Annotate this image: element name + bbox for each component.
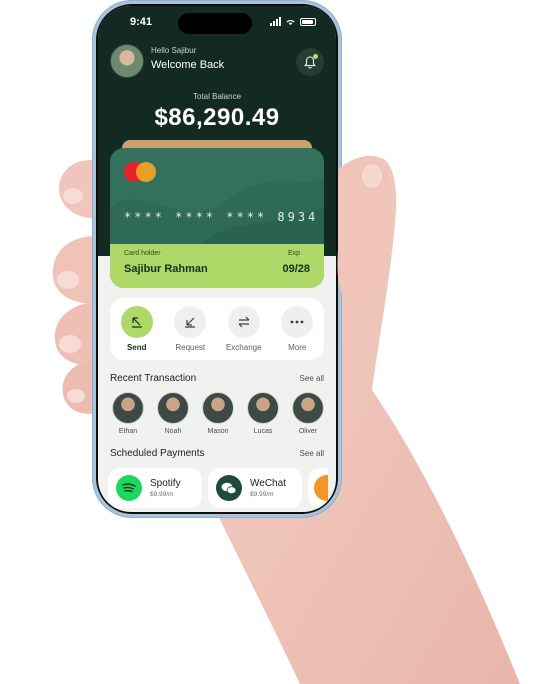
welcome-text: Welcome Back xyxy=(151,59,225,71)
phone-screen: 9:41 Hello Sajibur Welcome Back Total Ba… xyxy=(98,6,336,512)
request-label: Request xyxy=(175,343,206,352)
wechat-icon xyxy=(216,475,242,501)
signal-icon xyxy=(270,17,281,26)
avatar xyxy=(247,392,279,424)
quick-actions: Send Request Exchange More xyxy=(110,298,324,360)
request-action-button[interactable]: Request xyxy=(165,306,215,352)
send-arrow-icon xyxy=(131,317,142,328)
status-time: 9:41 xyxy=(130,16,153,28)
service-icon xyxy=(314,475,328,501)
notification-button[interactable] xyxy=(296,48,324,76)
payment-item-partial[interactable] xyxy=(308,468,328,508)
recent-people-list: Ethan Noah Mason Lucas Oliver xyxy=(108,392,328,435)
user-avatar[interactable] xyxy=(110,44,144,78)
card-holder-label: Card holder xyxy=(124,250,161,257)
avatar xyxy=(112,392,144,424)
contact-name: Noah xyxy=(164,428,182,435)
contact-oliver[interactable]: Oliver xyxy=(288,392,328,435)
send-action-button[interactable]: Send xyxy=(112,306,162,352)
card-holder-name: Sajibur Rahman xyxy=(124,263,208,275)
payment-price: $9.99/m xyxy=(250,491,274,498)
dynamic-island xyxy=(178,13,252,34)
wifi-icon xyxy=(286,19,295,25)
avatar xyxy=(202,392,234,424)
scheduled-see-all-link[interactable]: See all xyxy=(300,449,324,458)
payment-name: Spotify xyxy=(150,478,181,489)
contact-name: Oliver xyxy=(298,428,318,435)
contact-lucas[interactable]: Lucas xyxy=(243,392,283,435)
more-dots-icon xyxy=(290,320,304,324)
avatar xyxy=(292,392,324,424)
status-icons xyxy=(270,17,316,26)
battery-icon xyxy=(300,17,316,26)
exchange-action-button[interactable]: Exchange xyxy=(219,306,269,352)
card-exp-value: 09/28 xyxy=(282,263,310,275)
mastercard-logo-icon xyxy=(124,162,160,182)
more-action-button[interactable]: More xyxy=(272,306,322,352)
contact-noah[interactable]: Noah xyxy=(153,392,193,435)
exchange-label: Exchange xyxy=(225,343,262,352)
recent-see-all-link[interactable]: See all xyxy=(300,374,324,383)
scheduled-payments-list: Spotify $9.99/m WeChat $9.99/m xyxy=(108,468,336,508)
balance-amount: $86,290.49 xyxy=(154,104,280,131)
balance-label: Total Balance xyxy=(192,92,242,101)
spotify-icon xyxy=(116,475,142,501)
contact-name: Mason xyxy=(207,428,229,435)
send-label: Send xyxy=(126,343,147,352)
request-arrow-icon xyxy=(185,317,196,328)
bank-card[interactable]: **** **** **** 8934 Card holder Sajibur … xyxy=(110,148,324,288)
payment-item-wechat[interactable]: WeChat $9.99/m xyxy=(208,468,302,508)
card-footer: Card holder Sajibur Rahman Exp 09/28 xyxy=(110,244,324,288)
payment-name: WeChat xyxy=(250,478,286,489)
notification-dot xyxy=(313,54,318,59)
scheduled-payments-title: Scheduled Payments xyxy=(110,448,205,459)
contact-name: Ethan xyxy=(118,428,138,435)
avatar xyxy=(157,392,189,424)
card-number: **** **** **** 8934 xyxy=(124,210,319,224)
payment-item-spotify[interactable]: Spotify $9.99/m xyxy=(108,468,202,508)
greeting-text: Hello Sajibur xyxy=(151,46,197,55)
contact-ethan[interactable]: Ethan xyxy=(108,392,148,435)
contact-mason[interactable]: Mason xyxy=(198,392,238,435)
contact-name: Lucas xyxy=(253,428,273,435)
exchange-icon xyxy=(238,316,250,328)
more-label: More xyxy=(288,343,307,352)
payment-price: $9.99/m xyxy=(150,491,174,498)
card-exp-label: Exp xyxy=(287,250,300,257)
recent-transaction-title: Recent Transaction xyxy=(110,373,197,384)
